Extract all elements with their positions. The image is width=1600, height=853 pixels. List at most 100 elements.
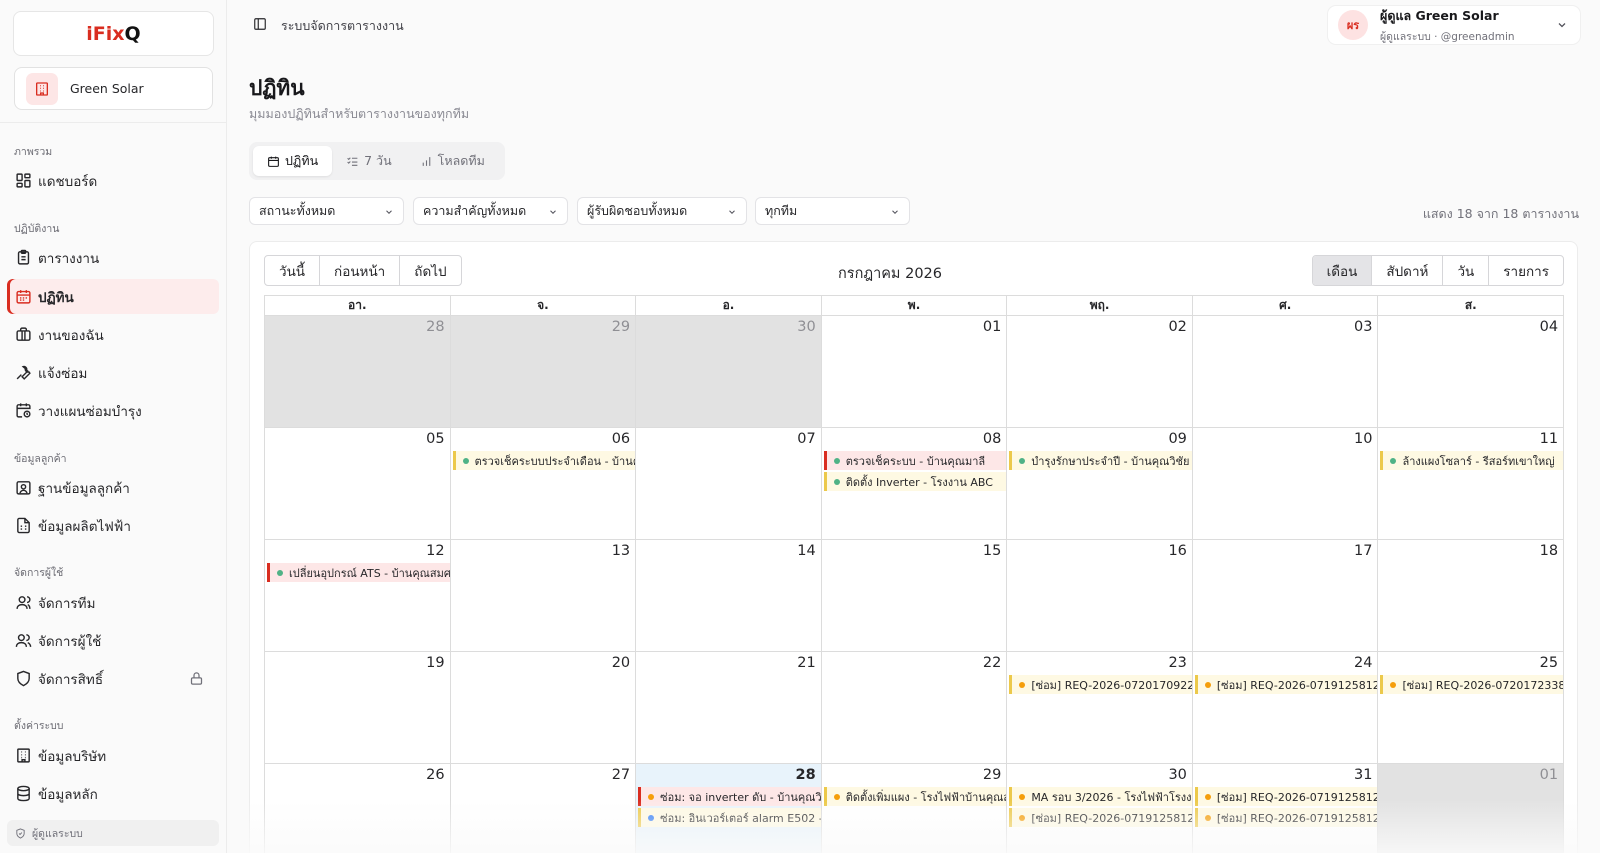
calendar-event[interactable]: [ซ่อม] REQ-2026-0719125812 · ท: [1009, 808, 1192, 827]
calendar-event[interactable]: [ซ่อม] REQ-2026-0719125812 · ท: [1194, 787, 1378, 806]
calendar-event[interactable]: ล้างแผงโซลาร์ - รีสอร์ทเขาใหญ่: [1380, 451, 1564, 470]
day-number: 08: [982, 431, 1002, 447]
calendar-day[interactable]: 29: [450, 316, 637, 427]
calendar-day[interactable]: 08 ตรวจเช็คระบบ - บ้านคุณมาลีติดตั้ง Inve…: [821, 428, 1008, 539]
calendar-event[interactable]: [ซ่อม] REQ-2026-0720170922 · ท: [1009, 675, 1192, 694]
day-view-button[interactable]: วัน: [1443, 256, 1490, 285]
calendar-day[interactable]: 30 MA รอบ 3/2026 - โรงไฟฟ้าโรงงาน A [ซ่อม]…: [1007, 764, 1193, 853]
prev-button[interactable]: ก่อนหน้า: [320, 256, 401, 285]
calendar-day[interactable]: 22: [821, 652, 1008, 763]
day-number: 30: [797, 319, 816, 335]
status-filter[interactable]: สถานะทั้งหมด: [249, 197, 404, 225]
app-logo[interactable]: iFix Q: [13, 11, 214, 56]
calendar-day[interactable]: 06 ตรวจเช็คระบบประจำเดือน - บ้านคุณส: [450, 428, 637, 539]
calendar-day[interactable]: 19: [265, 652, 451, 763]
tab-7-days[interactable]: 7 วัน: [332, 146, 406, 176]
sidebar-item-customer-db[interactable]: ฐานข้อมูลลูกค้า: [7, 470, 219, 505]
calendar-day[interactable]: 01: [821, 316, 1008, 427]
day-number: 20: [611, 655, 631, 671]
calendar-day[interactable]: 14: [636, 540, 822, 651]
weekday-label: จ.: [451, 296, 637, 315]
calendar-day[interactable]: 25 [ซ่อม] REQ-2026-0720172338 · ท: [1378, 652, 1565, 763]
sidebar-item-dashboard[interactable]: แดชบอร์ด: [7, 163, 219, 198]
sidebar-toggle-icon[interactable]: [253, 17, 267, 31]
month-view-button[interactable]: เดือน: [1312, 256, 1373, 285]
breadcrumb: ระบบจัดการตารางงาน: [281, 18, 404, 33]
sidebar-item-team-mgmt[interactable]: จัดการทีม: [7, 585, 219, 620]
calendar-event[interactable]: ติดตั้งเพิ่มแผง - โรงไฟฟ้าบ้านคุณสมศ: [823, 787, 1007, 806]
calendar-nav-buttons: วันนี้ ก่อนหน้า ถัดไป: [264, 255, 462, 286]
calendar-day[interactable]: 07: [636, 428, 822, 539]
assignee-filter[interactable]: ผู้รับผิดชอบทั้งหมด: [577, 197, 747, 225]
sidebar-item-user-mgmt[interactable]: จัดการผู้ใช้: [7, 623, 219, 658]
calendar-day[interactable]: 26: [265, 764, 451, 853]
calendar-event[interactable]: ตรวจเช็คระบบ - บ้านคุณมาลี: [823, 451, 1007, 470]
weekday-label: อา.: [265, 296, 451, 315]
company-switcher[interactable]: Green Solar: [14, 67, 213, 110]
calendar-day[interactable]: 31 [ซ่อม] REQ-2026-0719125812 · ท [ซ่อม] R…: [1192, 764, 1379, 853]
week-view-button[interactable]: สัปดาห์: [1372, 256, 1444, 285]
sidebar-item-company-info[interactable]: ข้อมูลบริษัท: [7, 738, 219, 773]
calendar-day[interactable]: 01: [1378, 764, 1565, 853]
calendar-day[interactable]: 21: [636, 652, 822, 763]
calendar-day[interactable]: 03: [1192, 316, 1379, 427]
calendar-day[interactable]: 18: [1378, 540, 1565, 651]
today-button[interactable]: วันนี้: [265, 256, 321, 285]
calendar-day[interactable]: 24 [ซ่อม] REQ-2026-0719125812 · ท: [1192, 652, 1379, 763]
calendar-day[interactable]: 05: [265, 428, 451, 539]
chevron-down-icon: [550, 210, 556, 214]
sidebar-item-master-data[interactable]: ข้อมูลหลัก: [7, 776, 219, 811]
calendar-day[interactable]: 29 ติดตั้งเพิ่มแผง - โรงไฟฟ้าบ้านคุณสมศ: [821, 764, 1008, 853]
calendar-event[interactable]: ติดตั้ง Inverter - โรงงาน ABC: [823, 472, 1007, 491]
priority-filter[interactable]: ความสำคัญทั้งหมด: [413, 197, 568, 225]
calendar-day[interactable]: 13: [450, 540, 637, 651]
view-tabs: ปฏิทิน 7 วัน โหลดทีม: [249, 142, 505, 180]
list-view-button[interactable]: รายการ: [1489, 256, 1563, 285]
sidebar-item-permissions[interactable]: จัดการสิทธิ์: [7, 661, 219, 696]
calendar-day[interactable]: 09 บำรุงรักษาประจำปี - บ้านคุณวิชัย: [1007, 428, 1193, 539]
calendar-event[interactable]: [ซ่อม] REQ-2026-0719125812 · ท: [1194, 675, 1378, 694]
calendar-event[interactable]: ตรวจเช็คระบบประจำเดือน - บ้านคุณส: [452, 451, 636, 470]
calendar-day[interactable]: 10: [1192, 428, 1379, 539]
event-title: ตรวจเช็คระบบประจำเดือน - บ้านคุณส: [474, 454, 636, 468]
next-button[interactable]: ถัดไป: [400, 256, 460, 285]
calendar-event[interactable]: ซ่อม: อินเวอร์เตอร์ alarm E502 - บ้าน: [638, 808, 821, 827]
event-status-dot: [1019, 814, 1026, 821]
calendar-event[interactable]: MA รอบ 3/2026 - โรงไฟฟ้าโรงงาน A: [1009, 787, 1192, 806]
tab-team-load[interactable]: โหลดทีม: [406, 146, 499, 176]
calendar-day[interactable]: 20: [450, 652, 637, 763]
calendar-day-today[interactable]: 28 ซ่อม: จอ inverter ดับ - บ้านคุณวิชัย ซ่…: [636, 764, 822, 853]
tab-calendar[interactable]: ปฏิทิน: [253, 146, 333, 176]
calendar-day[interactable]: 16: [1007, 540, 1193, 651]
day-number: 05: [426, 431, 445, 447]
calendar-day[interactable]: 28: [265, 316, 451, 427]
sidebar-item-power-data[interactable]: ข้อมูลผลิตไฟฟ้า: [7, 508, 219, 543]
sidebar-item-calendar[interactable]: ปฏิทิน: [7, 279, 219, 314]
user-menu[interactable]: ผร ผู้ดูแล Green Solar ผู้ดูแลระบบ · @gr…: [1328, 6, 1580, 44]
day-number: 29: [982, 767, 1002, 783]
page-subtitle: มุมมองปฏิทินสำหรับตารางงานของทุกทีม: [249, 106, 470, 121]
calendar-day[interactable]: 04: [1378, 316, 1565, 427]
calendar-day[interactable]: 23 [ซ่อม] REQ-2026-0720170922 · ท: [1007, 652, 1193, 763]
sidebar-item-schedule[interactable]: ตารางงาน: [7, 240, 219, 275]
calendar-day[interactable]: 12 เปลี่ยนอุปกรณ์ ATS - บ้านคุณสมศรี: [265, 540, 451, 651]
sidebar-item-repair-request[interactable]: แจ้งซ่อม: [7, 355, 219, 390]
team-filter[interactable]: ทุกทีม: [755, 197, 910, 225]
calendar-event[interactable]: ซ่อม: จอ inverter ดับ - บ้านคุณวิชัย: [638, 787, 821, 806]
sidebar-item-my-tasks[interactable]: งานของฉัน: [7, 317, 219, 352]
calendar-day[interactable]: 30: [636, 316, 822, 427]
sidebar-item-maintenance-plan[interactable]: วางแผนซ่อมบำรุง: [7, 393, 219, 428]
calendar-week: 12 เปลี่ยนอุปกรณ์ ATS - บ้านคุณสมศรี 13 14 1…: [264, 540, 1565, 652]
calendar-day[interactable]: 15: [821, 540, 1008, 651]
calendar-day[interactable]: 17: [1192, 540, 1379, 651]
calendar-event[interactable]: เปลี่ยนอุปกรณ์ ATS - บ้านคุณสมศรี: [267, 563, 450, 582]
list-check-icon: [347, 156, 358, 166]
calendar-day[interactable]: 11 ล้างแผงโซลาร์ - รีสอร์ทเขาใหญ่: [1378, 428, 1565, 539]
sidebar: iFix Q Green Solar ภาพรวม แดชบอร์ด ปฏิบัต…: [0, 0, 227, 853]
calendar-event[interactable]: [ซ่อม] REQ-2026-0720172338 · ท: [1380, 675, 1564, 694]
calendar-event[interactable]: [ซ่อม] REQ-2026-0719125812 · ท: [1194, 808, 1378, 827]
calendar-day[interactable]: 27: [450, 764, 637, 853]
calendar-event[interactable]: บำรุงรักษาประจำปี - บ้านคุณวิชัย: [1009, 451, 1192, 470]
section-title-user-mgmt: จัดการผู้ใช้: [14, 567, 64, 579]
calendar-day[interactable]: 02: [1007, 316, 1193, 427]
